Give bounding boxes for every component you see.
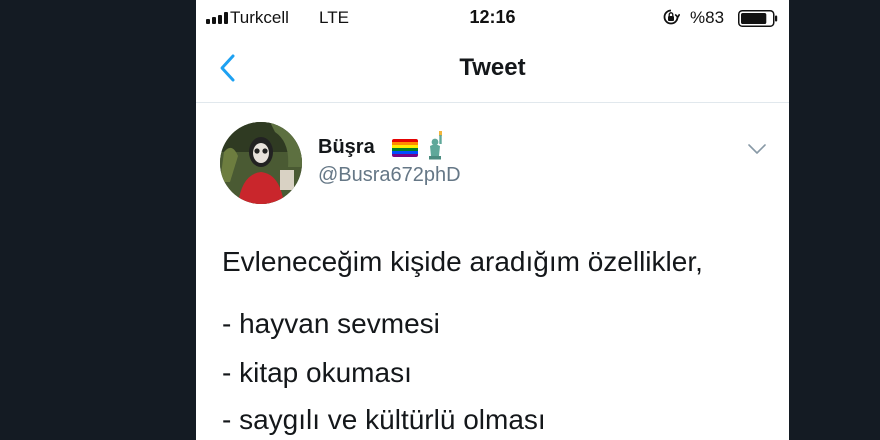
status-bar: Turkcell LTE 12:16 %83 — [196, 0, 789, 36]
phone-screen: Turkcell LTE 12:16 %83 Tweet Büşra @Busr… — [196, 0, 789, 440]
avatar-image — [220, 122, 302, 204]
tweet-line: - saygılı ve kültürlü olması — [222, 404, 546, 435]
more-options-button[interactable] — [746, 140, 768, 158]
battery-percentage: %83 — [690, 8, 725, 27]
navigation-bar: Tweet — [196, 36, 789, 103]
display-name[interactable]: Büşra — [318, 136, 375, 159]
chevron-down-icon — [748, 144, 766, 154]
user-handle[interactable]: @Busra672phD — [318, 164, 461, 187]
statue-of-liberty-icon — [429, 131, 442, 160]
battery-icon — [738, 10, 778, 27]
tweet-line: - hayvan sevmesi — [222, 308, 440, 339]
tweet-line: - kitap okuması — [222, 357, 412, 388]
rotation-lock-icon — [663, 9, 680, 25]
tweet-line: Evleneceğim kişide aradığım özellikler, — [222, 246, 703, 277]
rainbow-flag-icon — [392, 139, 418, 157]
avatar[interactable] — [220, 122, 302, 204]
page-title: Tweet — [459, 54, 526, 81]
